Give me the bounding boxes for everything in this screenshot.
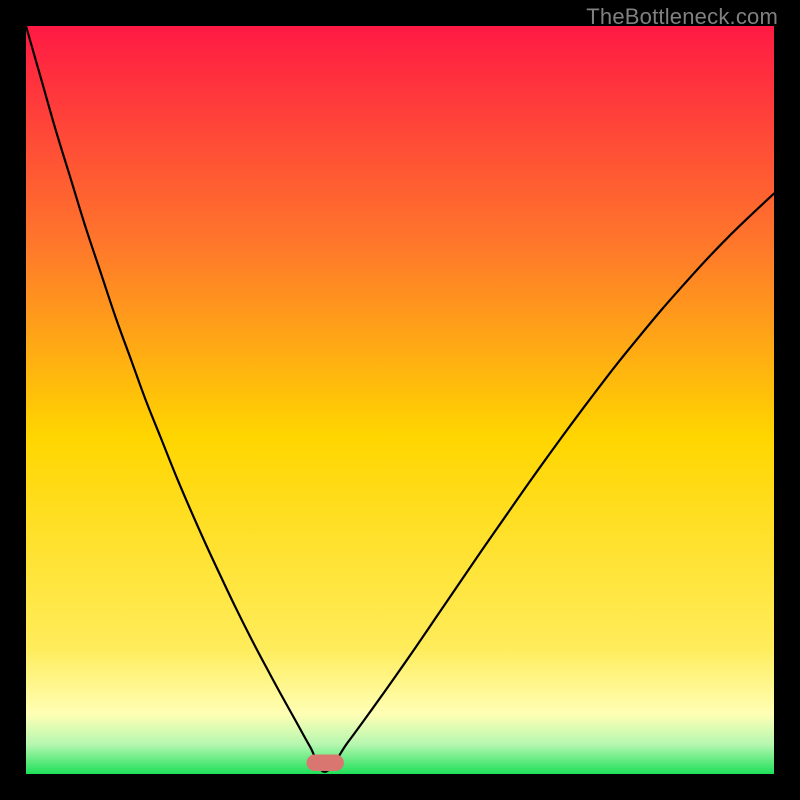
page-root: TheBottleneck.com: [0, 0, 800, 800]
watermark-label: TheBottleneck.com: [586, 4, 778, 30]
gradient-background: [26, 26, 774, 774]
plot-area: [26, 26, 774, 774]
optimal-marker: [307, 755, 344, 771]
bottleneck-chart: [26, 26, 774, 774]
